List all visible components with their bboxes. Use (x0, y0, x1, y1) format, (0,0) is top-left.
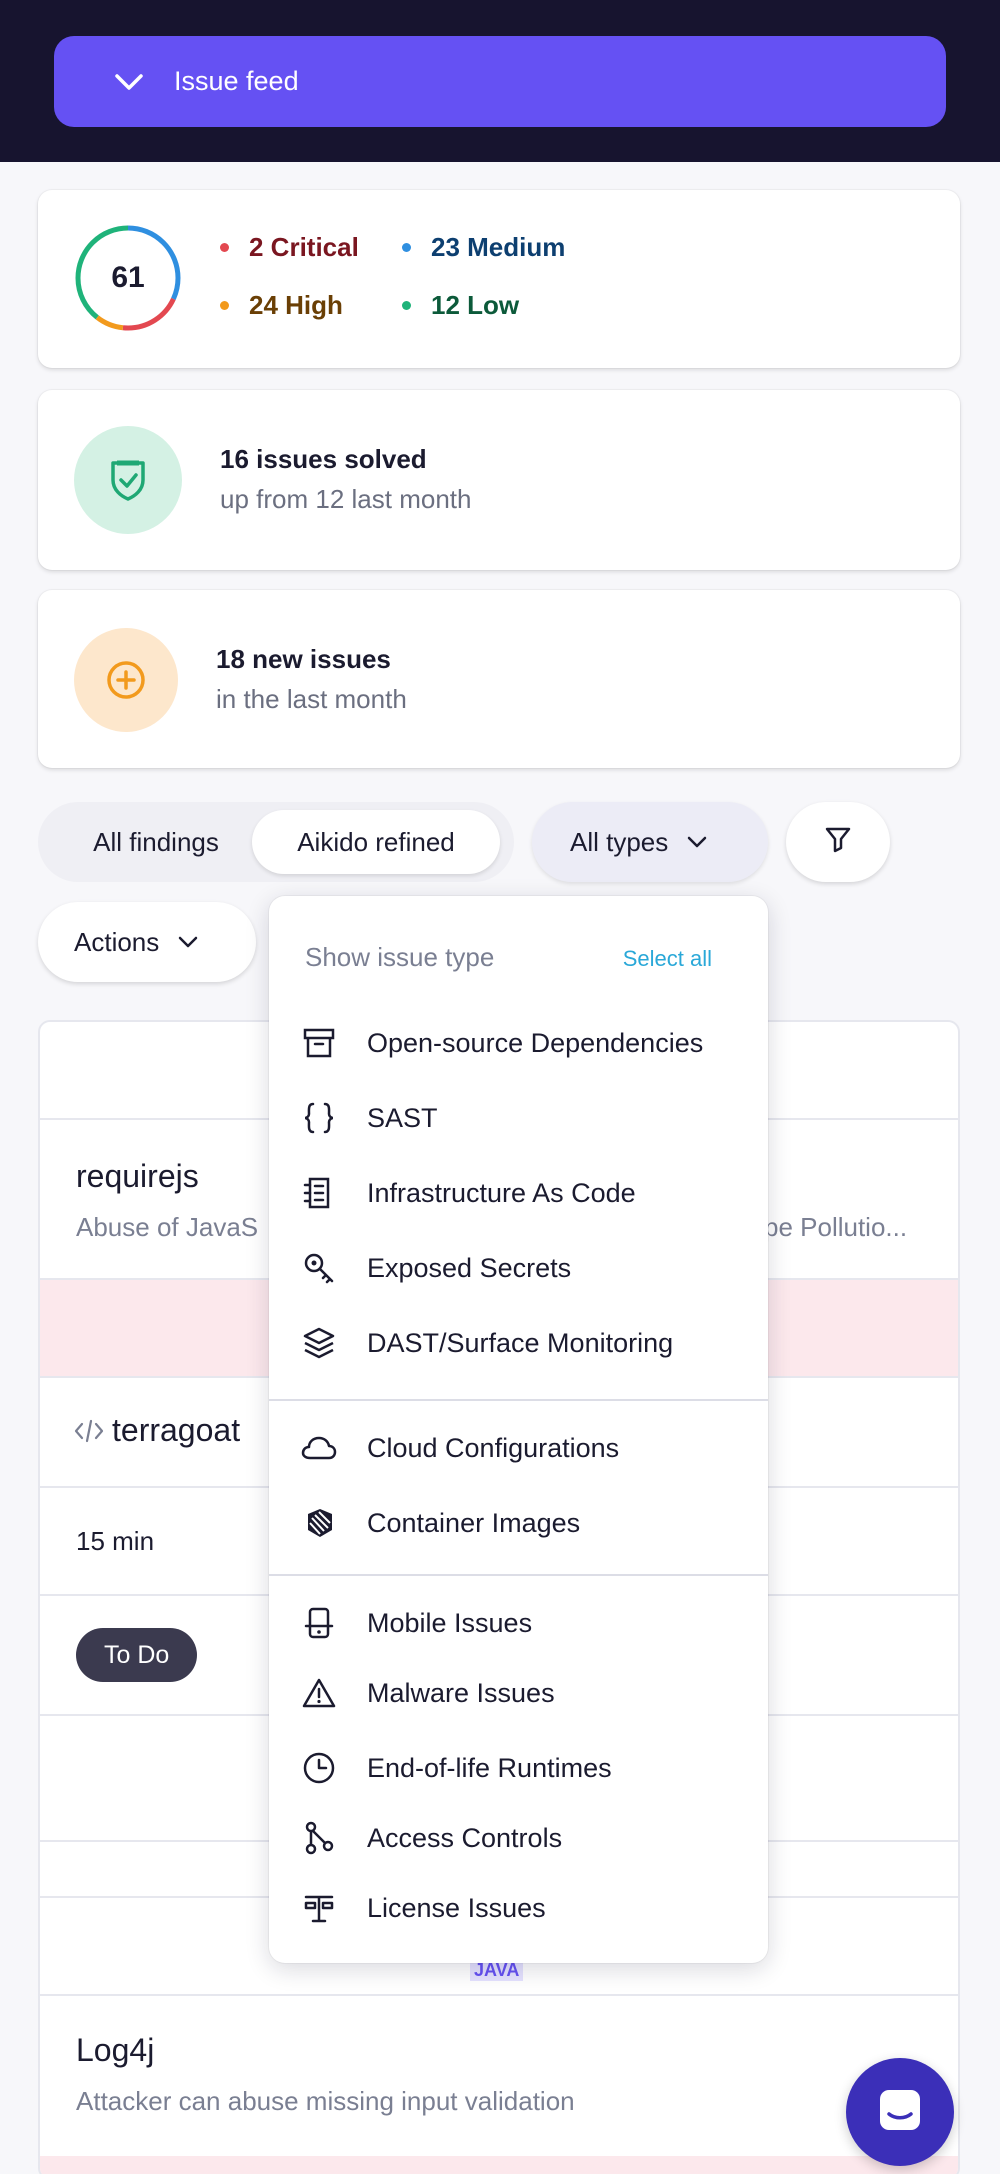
new-issues-title: 18 new issues (216, 644, 391, 674)
menu-item-container-images[interactable]: Container Images (269, 1488, 768, 1558)
chevron-down-icon (177, 935, 199, 949)
menu-divider (269, 1399, 768, 1401)
menu-item-end-of-life-runtimes[interactable]: End-of-life Runtimes (269, 1733, 768, 1803)
menu-item-label: End-of-life Runtimes (367, 1752, 612, 1783)
actions-dropdown[interactable]: Actions (38, 902, 256, 982)
high-count: 24 High (249, 290, 343, 320)
menu-item-label: DAST/Surface Monitoring (367, 1327, 674, 1358)
menu-item-malware-issues[interactable]: Malware Issues (269, 1658, 768, 1728)
issue-description: Attacker can abuse missing input validat… (76, 2086, 575, 2116)
menu-item-infrastructure-as-code[interactable]: Infrastructure As Code (269, 1158, 768, 1228)
menu-divider (269, 1574, 768, 1576)
all-types-label: All types (570, 826, 669, 857)
chevron-down-icon (112, 65, 146, 99)
menu-item-access-controls[interactable]: Access Controls (269, 1803, 768, 1873)
low-dot (402, 301, 411, 310)
menu-item-label: SAST (367, 1102, 438, 1133)
menu-item-label: License Issues (367, 1892, 546, 1923)
repo-name: terragoat (112, 1412, 241, 1448)
all-types-dropdown[interactable]: All types (532, 802, 768, 882)
table-row[interactable]: Log4j Attacker can abuse missing input v… (40, 1996, 958, 2156)
findings-segmented-control: All findings Aikido refined (38, 802, 514, 882)
solved-subtitle: up from 12 last month (220, 484, 472, 514)
menu-item-label: Cloud Configurations (367, 1432, 620, 1463)
container-icon (299, 1503, 339, 1543)
chat-icon (875, 2085, 925, 2140)
dropdown-heading: Show issue type (305, 942, 495, 972)
code-icon (74, 1418, 104, 1449)
menu-item-license-issues[interactable]: License Issues (269, 1873, 768, 1943)
funnel-icon (823, 824, 853, 861)
scales-icon (299, 1888, 339, 1928)
archive-box-icon (299, 1023, 339, 1063)
plus-circle-icon (74, 628, 178, 732)
actions-label: Actions (74, 926, 160, 957)
issue-feed-button[interactable]: Issue feed (54, 36, 946, 127)
medium-count: 23 Medium (431, 232, 566, 262)
mobile-icon (299, 1603, 339, 1643)
issue-description: Abuse of JavaS (76, 1212, 259, 1242)
language-tag: JAVA (470, 1960, 524, 1981)
new-issues-card: 18 new issues in the last month (38, 590, 960, 768)
menu-item-label: Infrastructure As Code (367, 1177, 636, 1208)
severity-low: 12 Low (402, 290, 519, 321)
layers-icon (299, 1323, 339, 1363)
new-issues-subtitle: in the last month (216, 684, 407, 714)
shield-check-icon (74, 426, 182, 534)
menu-item-label: Open-source Dependencies (367, 1027, 704, 1058)
package-name: requirejs (76, 1158, 199, 1194)
high-dot (220, 301, 229, 310)
menu-item-label: Exposed Secrets (367, 1252, 572, 1283)
issues-solved-card: 16 issues solved up from 12 last month (38, 390, 960, 570)
menu-item-sast[interactable]: SAST (269, 1083, 768, 1153)
issue-type-dropdown-menu: Show issue type Select all Open-source D… (269, 896, 768, 1963)
warning-triangle-icon (299, 1673, 339, 1713)
fix-time: 15 min (76, 1526, 155, 1556)
cloud-icon (299, 1428, 339, 1468)
issue-feed-label: Issue feed (174, 66, 299, 96)
menu-item-open-source-dependencies[interactable]: Open-source Dependencies (269, 1008, 768, 1078)
curly-braces-icon (299, 1098, 339, 1138)
top-bar: Issue feed (0, 0, 1000, 162)
chevron-down-icon (686, 835, 708, 849)
solved-title: 16 issues solved (220, 444, 427, 474)
menu-item-dast-surface-monitoring[interactable]: DAST/Surface Monitoring (269, 1308, 768, 1378)
low-count: 12 Low (431, 290, 520, 320)
chat-launcher-button[interactable] (846, 2058, 954, 2166)
menu-item-label: Container Images (367, 1507, 581, 1538)
menu-item-label: Malware Issues (367, 1677, 555, 1708)
key-icon (299, 1248, 339, 1288)
select-all-link[interactable]: Select all (623, 946, 712, 972)
menu-item-label: Access Controls (367, 1822, 563, 1853)
severity-bar-critical (40, 2156, 958, 2174)
package-name: Log4j (76, 2032, 155, 2068)
critical-dot (220, 243, 229, 252)
severity-medium: 23 Medium (402, 232, 565, 263)
menu-item-mobile-issues[interactable]: Mobile Issues (269, 1588, 768, 1658)
tab-all-findings[interactable]: All findings (54, 810, 258, 874)
critical-count: 2 Critical (249, 232, 359, 262)
filter-button[interactable] (786, 802, 890, 882)
severity-high: 24 High (220, 290, 343, 321)
severity-critical: 2 Critical (220, 232, 359, 263)
issue-description-tail: pe Pollutio... (764, 1212, 908, 1242)
clock-icon (299, 1748, 339, 1788)
status-badge[interactable]: To Do (76, 1628, 198, 1682)
score-value: 61 (111, 261, 145, 294)
graph-nodes-icon (299, 1818, 339, 1858)
tab-aikido-refined[interactable]: Aikido refined (252, 810, 500, 874)
server-doc-icon (299, 1173, 339, 1213)
menu-item-cloud-configurations[interactable]: Cloud Configurations (269, 1413, 768, 1483)
severity-score-card: 61 2 Critical 23 Medium 24 High 12 Low (38, 190, 960, 368)
menu-item-label: Mobile Issues (367, 1607, 533, 1638)
menu-item-exposed-secrets[interactable]: Exposed Secrets (269, 1233, 768, 1303)
medium-dot (402, 243, 411, 252)
